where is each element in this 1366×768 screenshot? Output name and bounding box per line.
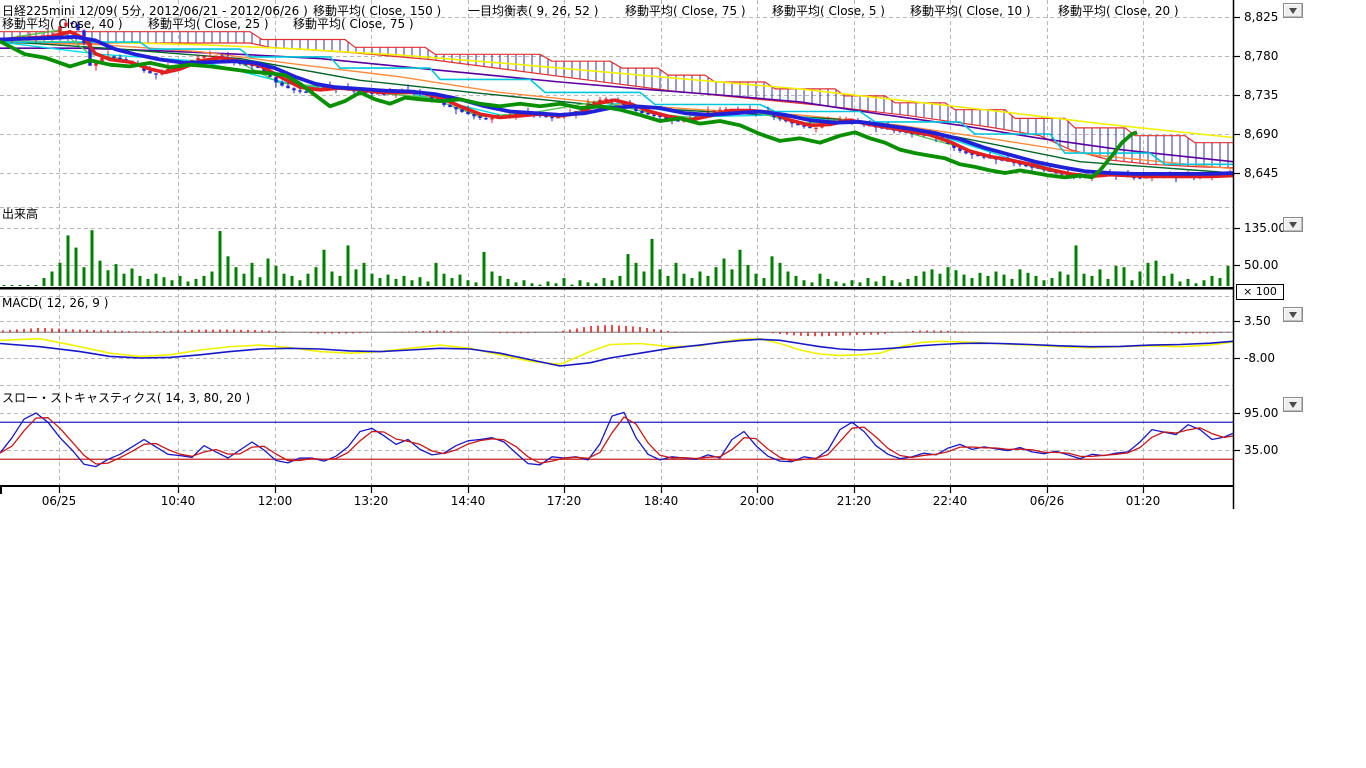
chart-window: 06/25 10:40 12:00 13:20 14:40 17:20 18:40 20:00… <box>0 0 1366 768</box>
volume-panel-label: 出来高 <box>2 205 38 222</box>
stoch-panel-dropdown-button[interactable] <box>1283 397 1303 412</box>
x-axis-label: 06/26 <box>1030 494 1065 508</box>
chevron-down-icon <box>1289 312 1297 318</box>
y-axis-label: -8.00 <box>1244 351 1275 365</box>
x-axis-label: 13:20 <box>354 494 389 508</box>
volume-multiplier-badge: × 100 <box>1236 284 1284 300</box>
y-axis-label: 8,690 <box>1244 127 1278 141</box>
chevron-down-icon <box>1289 8 1297 14</box>
stoch-k-line <box>0 412 1233 466</box>
legend-item: 移動平均( Close, 10 ) <box>910 2 1031 19</box>
x-axis-label: 14:40 <box>451 494 486 508</box>
y-axis-label: 50.00 <box>1244 258 1278 272</box>
legend-item: 移動平均( Close, 5 ) <box>772 2 885 19</box>
chart-svg: 06/25 10:40 12:00 13:20 14:40 17:20 18:40 20:00… <box>0 0 1366 512</box>
chevron-down-icon <box>1289 222 1297 228</box>
x-axis-label: 10:40 <box>161 494 196 508</box>
moving-averages-back <box>0 30 1233 177</box>
chevron-down-icon <box>1289 402 1297 408</box>
x-axis-label: 17:20 <box>547 494 582 508</box>
legend-item: 移動平均( Close, 75 ) <box>625 2 746 19</box>
ma150-line <box>0 41 1233 137</box>
stochastics-panel <box>0 412 1233 466</box>
y-axis-label: 8,825 <box>1244 10 1278 24</box>
macd-signal-line <box>0 339 1233 365</box>
y-axis-label: 35.00 <box>1244 443 1278 457</box>
x-axis-label: 21:20 <box>837 494 872 508</box>
x-axis-label: 20:00 <box>740 494 775 508</box>
legend-item: 移動平均( Close, 25 ) <box>148 15 269 32</box>
x-axis-label: 06/25 <box>42 494 77 508</box>
axes: 06/25 10:40 12:00 13:20 14:40 17:20 18:40 20:00… <box>0 0 1286 509</box>
legend-item: 移動平均( Close, 75 ) <box>293 15 414 32</box>
x-axis-label: 12:00 <box>258 494 293 508</box>
legend-item: 一目均衡表( 9, 26, 52 ) <box>468 2 598 19</box>
y-axis-label: 8,735 <box>1244 88 1278 102</box>
chart-plot-area[interactable]: 06/25 10:40 12:00 13:20 14:40 17:20 18:40 20:00… <box>0 0 1366 512</box>
y-axis-label: 3.50 <box>1244 314 1271 328</box>
legend-item: 移動平均( Close, 20 ) <box>1058 2 1179 19</box>
volume-bars <box>3 230 1230 286</box>
macd-panel-dropdown-button[interactable] <box>1283 307 1303 322</box>
macd-panel <box>0 325 1233 366</box>
legend-item: 移動平均( Close, 40 ) <box>2 15 123 32</box>
y-axis-label: 8,780 <box>1244 49 1278 63</box>
stoch-panel-label: スロー・ストキャスティクス( 14, 3, 80, 20 ) <box>2 389 250 406</box>
y-axis-label: 135.00 <box>1244 221 1286 235</box>
y-axis-label: 8,645 <box>1244 166 1278 180</box>
x-axis-label: 18:40 <box>644 494 679 508</box>
y-axis-label: 95.00 <box>1244 406 1278 420</box>
volume-panel-dropdown-button[interactable] <box>1283 217 1303 232</box>
price-panel-dropdown-button[interactable] <box>1283 3 1303 18</box>
x-axis-label: 01:20 <box>1126 494 1161 508</box>
macd-panel-label: MACD( 12, 26, 9 ) <box>2 296 108 310</box>
x-axis-label: 22:40 <box>933 494 968 508</box>
